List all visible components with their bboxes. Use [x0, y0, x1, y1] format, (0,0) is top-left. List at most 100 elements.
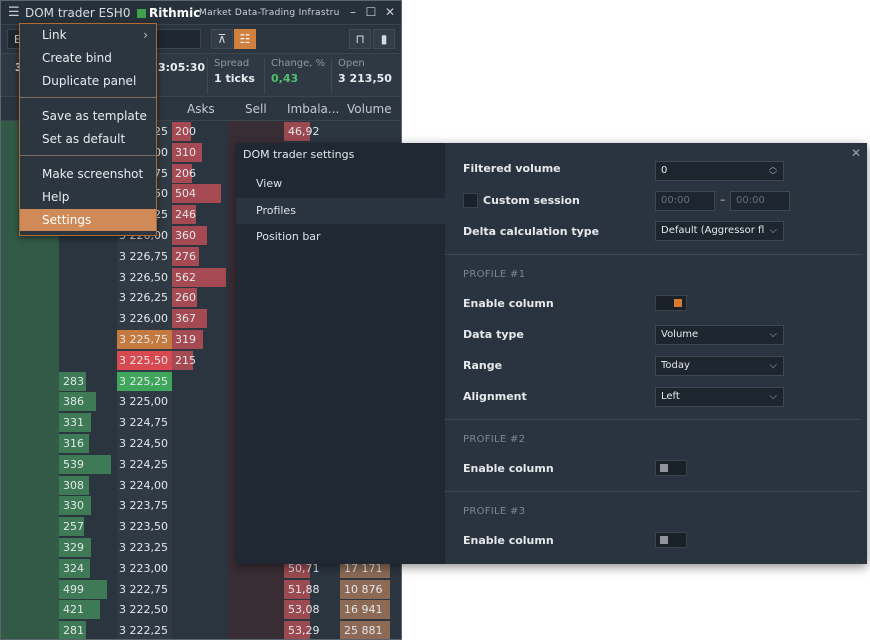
alignment-select[interactable]: Left ⌵: [655, 387, 784, 407]
price-cell[interactable]: 3 222,50: [119, 599, 168, 620]
bid-size[interactable]: 308: [63, 475, 84, 496]
ask-size[interactable]: 276: [175, 246, 196, 267]
info-cell: Open 3 213,50: [331, 58, 401, 94]
price-cell[interactable]: 3 226,75: [119, 246, 168, 267]
ladder-row[interactable]: 281 3 222,25 53,29 25 881: [1, 620, 401, 639]
price-cell[interactable]: 3 224,00: [119, 475, 168, 496]
header-volume[interactable]: Volume: [347, 102, 392, 116]
menu-separator: [20, 97, 156, 98]
menu-item-duplicate-panel[interactable]: Duplicate panel: [20, 70, 156, 92]
data-type-label: Data type: [463, 328, 524, 341]
ladder-row[interactable]: 421 3 222,50 53,08 16 941: [1, 599, 401, 620]
price-cell[interactable]: 3 226,50: [119, 267, 168, 288]
info-cell: 3:05:30: [151, 58, 207, 94]
divider: [445, 419, 861, 420]
nav-item-profiles[interactable]: Profiles: [236, 198, 445, 224]
ask-size[interactable]: 504: [175, 183, 196, 204]
menu-item-link[interactable]: Link ›: [20, 24, 156, 46]
bid-size[interactable]: 324: [63, 558, 84, 579]
lock-icon[interactable]: ⊓: [349, 29, 371, 49]
menu-item-set-as-default[interactable]: Set as default: [20, 128, 156, 150]
bid-size[interactable]: 331: [63, 412, 84, 433]
bid-size[interactable]: 316: [63, 433, 84, 454]
ask-size[interactable]: 260: [175, 287, 196, 308]
ask-size[interactable]: 319: [175, 329, 196, 350]
menu-item-help[interactable]: Help: [20, 186, 156, 208]
menu-item-create-bind[interactable]: Create bind: [20, 47, 156, 69]
price-cell[interactable]: 3 222,75: [119, 579, 168, 600]
header-imbalance[interactable]: Imbala...: [287, 102, 339, 116]
ask-size[interactable]: 562: [175, 267, 196, 288]
filtered-volume-input[interactable]: 0 ︿ ﹀: [655, 161, 784, 181]
imbalance-value: 53,08: [288, 603, 320, 617]
divider: [445, 254, 861, 255]
profile-2-enable-label: Enable column: [463, 462, 554, 475]
panel-title: DOM trader ESH0: [25, 6, 131, 20]
ask-size[interactable]: 206: [175, 163, 196, 184]
profile-3-enable-toggle[interactable]: [655, 532, 687, 548]
nav-item-view[interactable]: View: [236, 171, 445, 197]
bid-size[interactable]: 539: [63, 454, 84, 475]
ask-size[interactable]: 200: [175, 121, 196, 142]
panel-toggle-icon[interactable]: ▮: [373, 29, 395, 49]
hamburger-menu-icon[interactable]: ☰: [8, 5, 20, 20]
bid-size[interactable]: 386: [63, 391, 84, 412]
session-to-input[interactable]: 00:00: [730, 191, 790, 211]
menu-item-make-screenshot[interactable]: Make screenshot: [20, 163, 156, 185]
spinner-icon[interactable]: ︿ ﹀: [769, 162, 777, 180]
chevron-down-icon: ⌵: [769, 329, 777, 340]
menu-item-label: Settings: [42, 213, 92, 227]
profile-1-enable-toggle[interactable]: [655, 295, 687, 311]
ask-size[interactable]: 360: [175, 225, 196, 246]
filter-settings-icon[interactable]: ☷: [234, 29, 256, 49]
price-cell[interactable]: 3 223,25: [119, 537, 168, 558]
price-cell[interactable]: 3 225,00: [119, 391, 168, 412]
price-cell[interactable]: 3 226,00: [119, 308, 168, 329]
center-icon[interactable]: ⊼: [211, 29, 233, 49]
price-cell[interactable]: 3 226,25: [119, 287, 168, 308]
ask-size[interactable]: 246: [175, 204, 196, 225]
menu-item-save-as-template[interactable]: Save as template: [20, 105, 156, 127]
price-cell[interactable]: 3 223,50: [119, 516, 168, 537]
bid-size[interactable]: 329: [63, 537, 84, 558]
minimize-icon[interactable]: –: [345, 4, 361, 20]
price-cell[interactable]: 3 225,75: [119, 329, 168, 350]
bid-size[interactable]: 330: [63, 495, 84, 516]
dialog-close-icon[interactable]: ✕: [851, 146, 861, 160]
bid-size[interactable]: 257: [63, 516, 84, 537]
maximize-icon[interactable]: ☐: [363, 4, 379, 20]
price-cell[interactable]: 3 222,25: [119, 620, 168, 639]
price-cell[interactable]: 3 224,50: [119, 433, 168, 454]
ladder-row[interactable]: 499 3 222,75 51,88 10 876: [1, 579, 401, 600]
data-type-select[interactable]: Volume ⌵: [655, 325, 784, 345]
ask-size[interactable]: 215: [175, 350, 196, 371]
nav-item-position-bar[interactable]: Position bar: [236, 224, 445, 250]
filtered-volume-value: 0: [661, 165, 668, 176]
price-cell[interactable]: 3 223,75: [119, 495, 168, 516]
ask-size[interactable]: 310: [175, 142, 196, 163]
bid-size[interactable]: 499: [63, 579, 84, 600]
delta-calculation-select[interactable]: Default (Aggressor flag) ⌵: [655, 221, 784, 241]
price-cell[interactable]: 3 223,00: [119, 558, 168, 579]
custom-session-checkbox[interactable]: [463, 193, 478, 208]
bid-size[interactable]: 283: [63, 371, 84, 392]
divider: [445, 491, 861, 492]
info-cell: Change, % 0,43: [264, 58, 331, 94]
close-icon[interactable]: ✕: [382, 4, 398, 20]
range-select[interactable]: Today ⌵: [655, 356, 784, 376]
bid-size[interactable]: 281: [63, 620, 84, 639]
menu-item-settings[interactable]: Settings: [20, 209, 156, 231]
price-cell[interactable]: 3 224,75: [119, 412, 168, 433]
volume-value: 25 881: [344, 624, 383, 638]
profile-2-enable-toggle[interactable]: [655, 460, 687, 476]
session-from-input[interactable]: 00:00: [655, 191, 715, 211]
rithmic-logo-icon: [137, 9, 146, 18]
ask-size[interactable]: 367: [175, 308, 196, 329]
price-cell[interactable]: 3 224,25: [119, 454, 168, 475]
header-sell[interactable]: Sell: [245, 102, 267, 116]
bid-size[interactable]: 421: [63, 599, 84, 620]
session-to-value: 00:00: [736, 195, 765, 206]
price-cell[interactable]: 3 225,50: [119, 350, 168, 371]
header-asks[interactable]: Asks: [187, 102, 215, 116]
price-cell[interactable]: 3 225,25: [119, 371, 168, 392]
